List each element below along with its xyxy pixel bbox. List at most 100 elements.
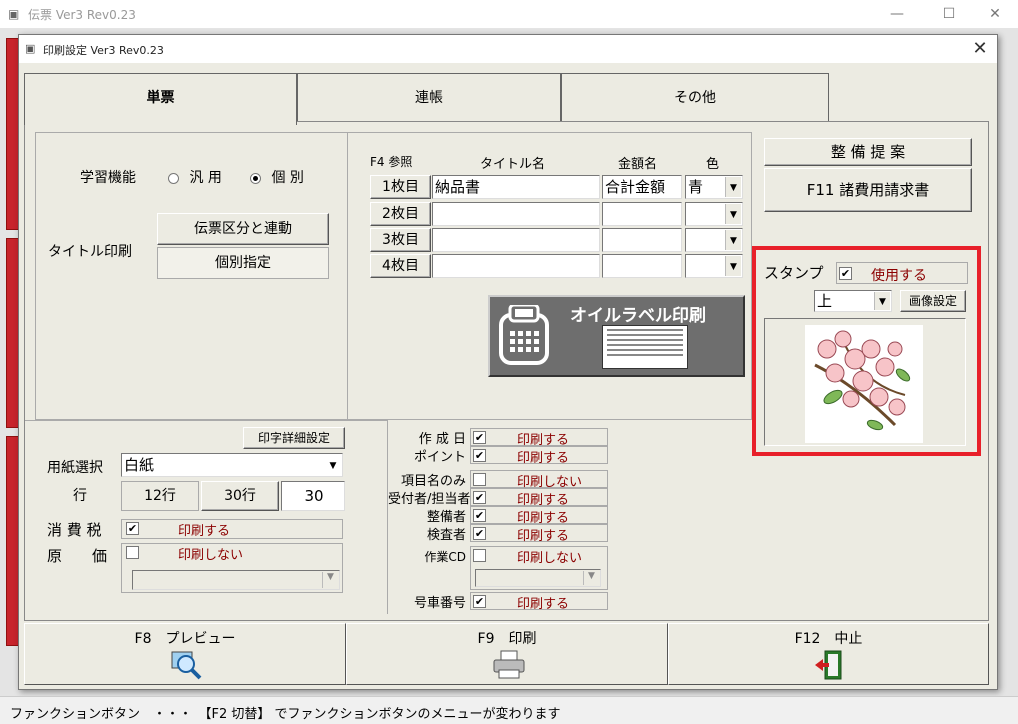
sheet-1-button[interactable]: 1枚目	[370, 175, 431, 199]
dropdown-arrow-icon[interactable]: ▼	[583, 571, 599, 585]
sheet-2-amount-input[interactable]	[602, 202, 682, 226]
magnifier-icon	[170, 650, 202, 684]
cost-label: 原 価	[47, 547, 108, 565]
rows-input[interactable]: 30	[281, 481, 345, 511]
sheet-3-title-input[interactable]	[432, 228, 600, 252]
sheet-2-color-select[interactable]: ▼	[685, 202, 743, 226]
maintenance-proposal-button[interactable]: 整 備 提 案	[764, 138, 972, 166]
outer-window-title: 伝票 Ver3 Rev0.23	[28, 8, 136, 22]
checkbox-checked-icon[interactable]: ✔	[473, 509, 486, 522]
sheet-1-color-select[interactable]: 青 ▼	[685, 175, 743, 199]
oil-label-print-button[interactable]: オイルラベル印刷	[488, 295, 745, 377]
stamp-label: スタンプ	[764, 264, 824, 282]
tab-panel: 学習機能 汎 用 個 別 タイトル印刷 伝票区分と連動 個別指定 F4 参照 タ…	[24, 121, 989, 621]
sheet-3-button[interactable]: 3枚目	[370, 228, 431, 252]
sheet-4-color-select[interactable]: ▼	[685, 254, 743, 278]
sheet-3-amount-input[interactable]	[602, 228, 682, 252]
print-item-label: 号車番号	[413, 596, 466, 611]
minimize-button[interactable]: —	[874, 2, 920, 26]
print-item-checkbox[interactable]: ✔ 印刷する	[470, 592, 608, 612]
radio-selected-icon[interactable]	[250, 172, 261, 184]
dropdown-arrow-icon[interactable]: ▼	[725, 230, 741, 250]
sheet-1-amount-input[interactable]: 合計金額	[602, 175, 682, 199]
dropdown-arrow-icon[interactable]: ▼	[725, 177, 741, 197]
paper-select-label: 用紙選択	[47, 460, 103, 476]
learning-option-individual[interactable]: 個 別	[250, 167, 304, 187]
rows-30-button[interactable]: 30行	[201, 481, 279, 511]
sheet-4-button[interactable]: 4枚目	[370, 254, 431, 278]
stamp-image-frame	[764, 318, 966, 446]
sheet-3-color-select[interactable]: ▼	[685, 228, 743, 252]
f12-cancel-button[interactable]: F12 中止	[668, 623, 989, 685]
radio-icon[interactable]	[168, 172, 179, 184]
color-header: 色	[706, 157, 720, 172]
printer-icon	[492, 650, 526, 684]
cost-checkbox[interactable]: 印刷しない ▼	[121, 543, 343, 593]
title-header: タイトル名	[480, 157, 546, 172]
print-settings-dialog: ▣ 印刷設定 Ver3 Rev0.23 ✕ 単票 連帳 その他 学習機能 汎 用…	[18, 34, 998, 690]
dropdown-arrow-icon[interactable]: ▼	[725, 204, 741, 224]
paper-select[interactable]: 白紙 ▼	[121, 453, 343, 477]
f8-preview-button[interactable]: F8 プレビュー	[24, 623, 346, 685]
tab-other[interactable]: その他	[561, 73, 829, 121]
individual-setting-button[interactable]: 個別指定	[157, 247, 329, 279]
print-item-checkbox[interactable]: ✔ 印刷する	[470, 488, 608, 508]
checkbox-checked-icon[interactable]: ✔	[473, 527, 486, 540]
checkbox-checked-icon[interactable]: ✔	[839, 267, 852, 280]
print-item-checkbox[interactable]: ✔ 印刷する	[470, 428, 608, 448]
rows-12-button[interactable]: 12行	[121, 481, 199, 511]
cost-select[interactable]: ▼	[132, 570, 340, 590]
print-item-checkbox[interactable]: ✔ 印刷する	[470, 446, 608, 466]
image-settings-button[interactable]: 画像設定	[900, 290, 966, 312]
checkbox-checked-icon[interactable]: ✔	[473, 595, 486, 608]
print-item-checkbox[interactable]: ✔ 印刷する	[470, 524, 608, 544]
print-items-panel: 作 成 日 ✔ 印刷する ポイント ✔ 印刷する 項目名のみ 印刷しない 受付者/担…	[388, 420, 752, 614]
status-bar: ファンクションボタン ・・・ 【F2 切替】 でファンクションボタンのメニューが…	[0, 696, 1018, 724]
stamp-panel: スタンプ ✔ 使用する 上 ▼ 画像設定	[752, 246, 981, 456]
exit-door-icon	[813, 650, 845, 684]
stamp-position-select[interactable]: 上 ▼	[814, 290, 892, 312]
print-item-label: 項目名のみ	[400, 474, 466, 489]
sheet-titles-panel: F4 参照 タイトル名 金額名 色 1枚目 納品書 合計金額 青 ▼ 2枚目 ▼ …	[347, 132, 752, 420]
tax-checkbox[interactable]: ✔ 印刷する	[121, 519, 343, 539]
print-item-checkbox[interactable]: 印刷しない	[470, 470, 608, 490]
print-item-label: 作 成 日	[418, 432, 466, 447]
link-voucher-type-button[interactable]: 伝票区分と連動	[157, 213, 329, 245]
checkbox-checked-icon[interactable]: ✔	[126, 522, 139, 535]
work-cd-select[interactable]: ▼	[475, 569, 601, 587]
checkbox-checked-icon[interactable]: ✔	[473, 449, 486, 462]
print-item-checkbox[interactable]: ✔ 印刷する	[470, 506, 608, 526]
rows-label: 行	[73, 488, 87, 504]
sheet-1-title-input[interactable]: 納品書	[432, 175, 600, 199]
dropdown-arrow-icon[interactable]: ▼	[725, 256, 741, 276]
learning-option-general[interactable]: 汎 用	[168, 167, 222, 187]
sheet-4-title-input[interactable]	[432, 254, 600, 278]
sheet-2-button[interactable]: 2枚目	[370, 202, 431, 226]
f11-expense-invoice-button[interactable]: F11 諸費用請求書	[764, 168, 972, 212]
tab-single[interactable]: 単票	[24, 73, 297, 125]
sheet-2-title-input[interactable]	[432, 202, 600, 226]
print-item-checkbox[interactable]: 印刷しない ▼	[470, 546, 608, 590]
dropdown-arrow-icon[interactable]: ▼	[325, 455, 341, 475]
outer-title-bar: ▣ 伝票 Ver3 Rev0.23 — ☐ ✕	[0, 0, 1018, 28]
stamp-use-checkbox[interactable]: ✔ 使用する	[836, 262, 968, 284]
dialog-close-button[interactable]: ✕	[967, 37, 993, 61]
tax-label: 消 費 税	[47, 521, 102, 539]
dropdown-arrow-icon[interactable]: ▼	[322, 572, 338, 588]
dropdown-arrow-icon[interactable]: ▼	[874, 292, 890, 310]
print-item-label: 作業CD	[424, 550, 466, 564]
maximize-button[interactable]: ☐	[926, 2, 972, 26]
f9-print-button[interactable]: F9 印刷	[346, 623, 668, 685]
checkbox-unchecked-icon[interactable]	[126, 546, 139, 559]
checkbox-checked-icon[interactable]: ✔	[473, 431, 486, 444]
sheet-4-amount-input[interactable]	[602, 254, 682, 278]
outer-close-button[interactable]: ✕	[972, 2, 1018, 26]
tab-continuous[interactable]: 連帳	[297, 73, 561, 121]
checkbox-unchecked-icon[interactable]	[473, 473, 486, 486]
checkbox-unchecked-icon[interactable]	[473, 549, 486, 562]
paper-settings-panel: 印字詳細設定 用紙選択 白紙 ▼ 行 12行 30行 30 消 費 税 ✔ 印刷す…	[25, 420, 388, 614]
checkbox-checked-icon[interactable]: ✔	[473, 491, 486, 504]
label-preview-thumbnail	[602, 325, 688, 369]
register-icon	[498, 303, 554, 367]
print-detail-settings-button[interactable]: 印字詳細設定	[243, 427, 345, 449]
